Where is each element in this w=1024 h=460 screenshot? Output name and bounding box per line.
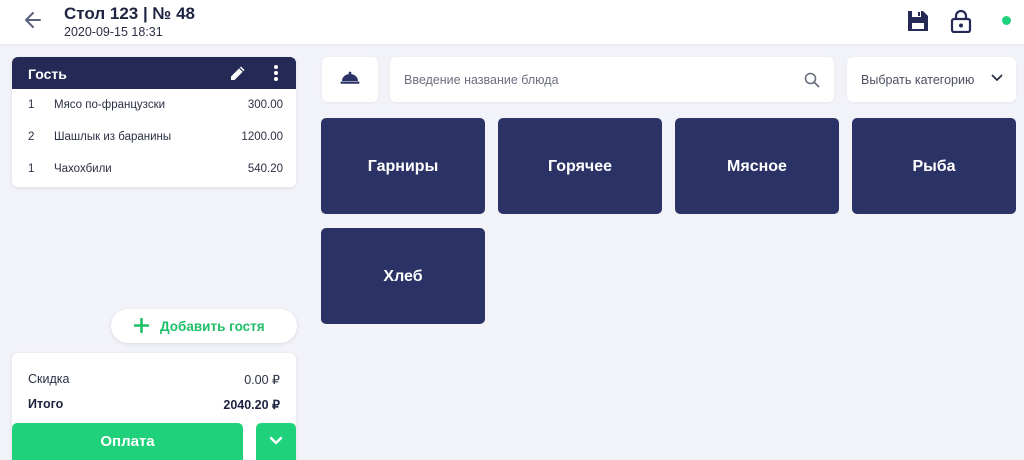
more-vertical-icon[interactable]	[270, 64, 282, 82]
discount-value: 0.00 ₽	[244, 373, 280, 387]
item-name: Шашлык из баранины	[54, 131, 172, 143]
search-icon[interactable]	[804, 72, 820, 88]
guest-header: Гость	[12, 57, 296, 89]
item-price: 300.00	[247, 99, 283, 111]
search-box	[390, 57, 834, 102]
page-title: Стол 123 | № 48	[64, 4, 196, 23]
dish-view-button[interactable]	[322, 57, 378, 102]
discount-row: Скидка 0.00 ₽	[28, 372, 280, 387]
dish-search-input[interactable]	[404, 69, 784, 91]
pay-button[interactable]: Оплата	[12, 423, 243, 460]
order-item[interactable]: 1 Мясо по-французски 300.00	[12, 89, 296, 121]
chevron-down-icon	[269, 436, 283, 445]
category-tile-label: Гарниры	[367, 158, 439, 175]
category-tile-bread[interactable]: Хлеб	[321, 228, 485, 324]
add-guest-button[interactable]: Добавить гостя	[111, 309, 297, 343]
item-qty: 1	[28, 99, 35, 111]
lock-icon[interactable]	[950, 9, 972, 34]
total-label: Итого	[28, 397, 64, 411]
pay-label: Оплата	[100, 433, 155, 450]
plus-icon	[134, 318, 149, 333]
save-icon[interactable]	[907, 9, 929, 33]
pencil-icon[interactable]	[229, 64, 247, 82]
order-item[interactable]: 2 Шашлык из баранины 1200.00	[12, 121, 296, 153]
add-guest-label: Добавить гостя	[160, 319, 265, 334]
arrow-left-icon[interactable]	[22, 9, 44, 31]
order-item[interactable]: 1 Чахохбили 540.20	[12, 153, 296, 185]
item-qty: 1	[28, 163, 35, 175]
discount-label: Скидка	[28, 372, 70, 386]
category-tile-label: Хлеб	[383, 268, 423, 285]
payment-options-button[interactable]	[256, 423, 296, 460]
category-tile-fish[interactable]: Рыба	[852, 118, 1016, 214]
category-tile-label: Мясное	[727, 158, 787, 175]
item-name: Чахохбили	[54, 163, 112, 175]
order-datetime: 2020-09-15 18:31	[64, 25, 163, 39]
category-tile-meat[interactable]: Мясное	[675, 118, 839, 214]
category-tile-label: Рыба	[912, 158, 956, 175]
total-row: Итого 2040.20 ₽	[28, 397, 280, 412]
item-qty: 2	[28, 131, 35, 143]
item-price: 1200.00	[241, 131, 283, 143]
cloche-icon	[340, 71, 360, 84]
category-tile-hot[interactable]: Горячее	[498, 118, 662, 214]
total-value: 2040.20 ₽	[223, 398, 280, 412]
chevron-down-icon	[991, 74, 1003, 81]
category-tile-label: Горячее	[547, 158, 613, 175]
category-tile-garnish[interactable]: Гарниры	[321, 118, 485, 214]
item-price: 540.20	[247, 163, 283, 175]
guest-title: Гость	[28, 66, 67, 82]
category-select-label: Выбрать категорию	[861, 73, 975, 87]
guest-card: Гость 1 Мясо по-французски 300.00 2 Шашл…	[12, 57, 296, 187]
item-name: Мясо по-французски	[54, 99, 166, 111]
category-select[interactable]: Выбрать категорию	[847, 57, 1016, 102]
status-dot	[1002, 16, 1011, 25]
top-bar: Стол 123 | № 48 2020-09-15 18:31	[0, 0, 1024, 44]
